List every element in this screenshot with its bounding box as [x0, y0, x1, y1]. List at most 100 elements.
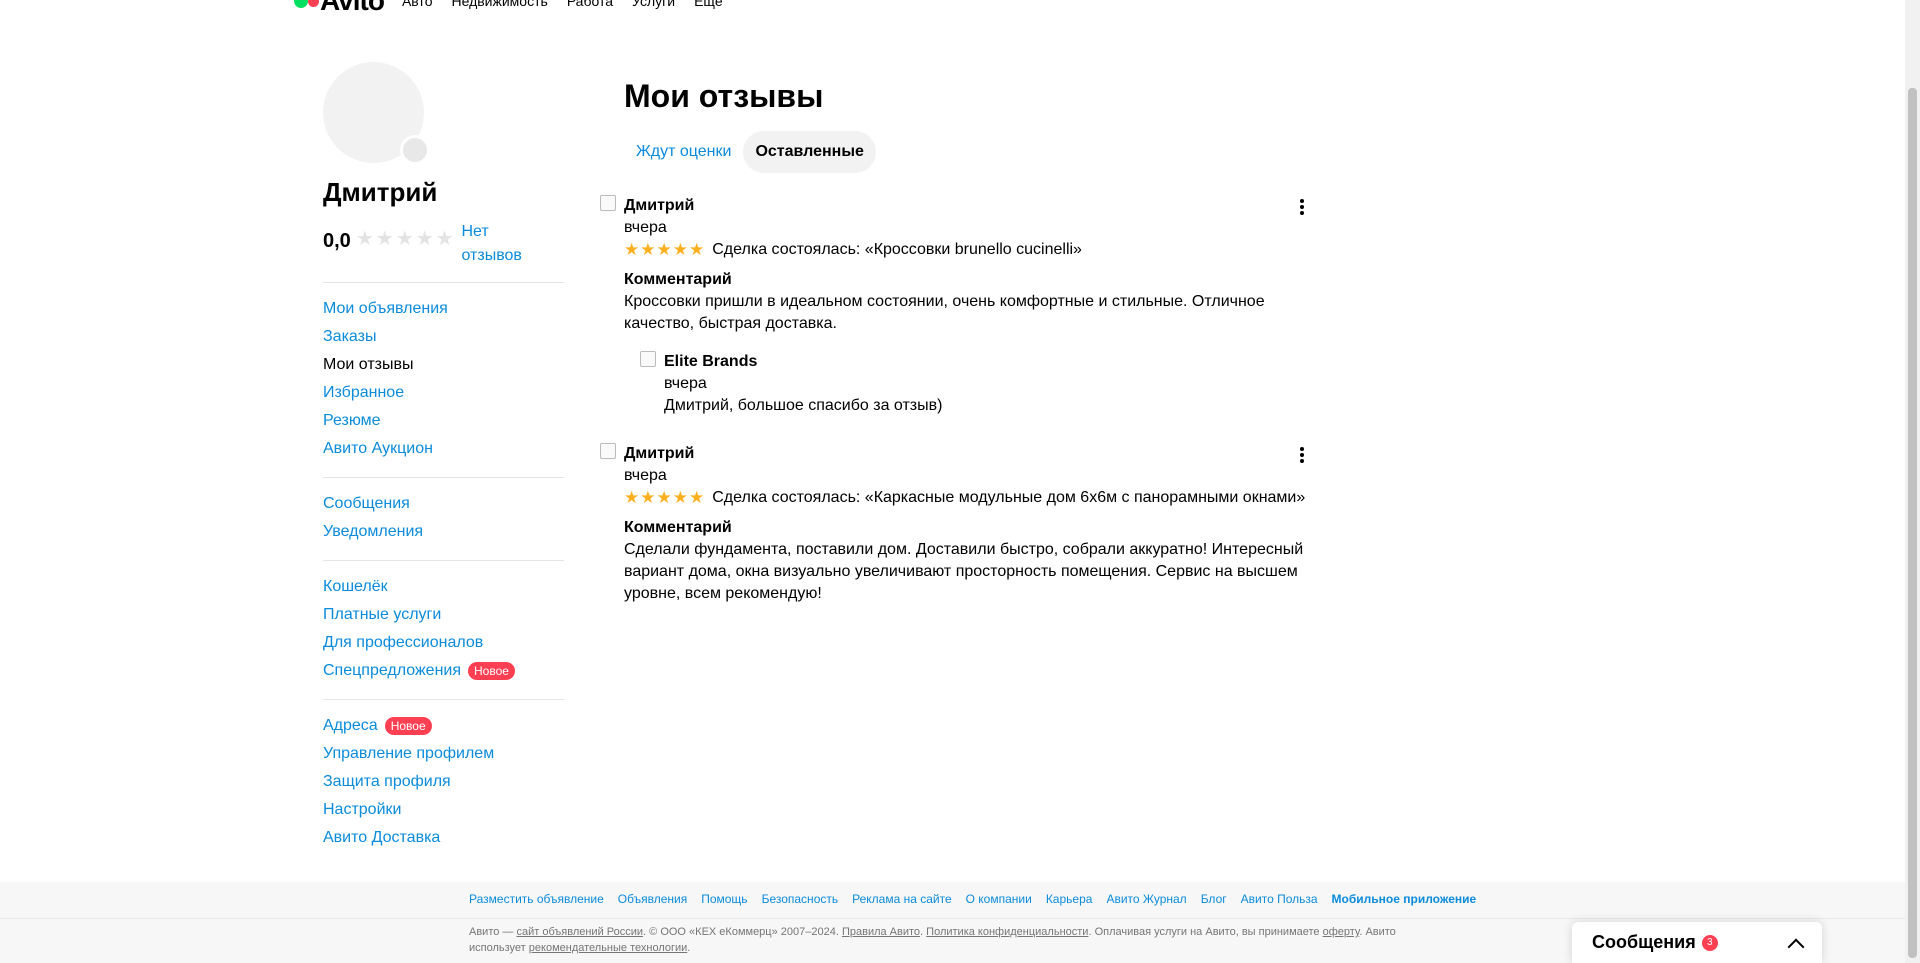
messages-widget[interactable]: Сообщения 3 [1572, 922, 1822, 963]
reviewer-avatar [600, 443, 616, 459]
footer-link[interactable]: Объявления [618, 892, 687, 906]
messages-widget-title: Сообщения [1592, 932, 1696, 952]
menu-item-favorites[interactable]: Избранное [323, 379, 564, 407]
menu-item-orders[interactable]: Заказы [323, 323, 564, 351]
seller-name[interactable]: Elite Brands [664, 351, 1320, 373]
more-options-icon[interactable] [1292, 445, 1312, 465]
menu-group-finance: Кошелёк Платные услуги Для профессионало… [323, 573, 564, 685]
new-badge: Новое [468, 662, 515, 680]
menu-item-for-pros[interactable]: Для профессионалов [323, 629, 564, 657]
legal-text: . Оплачивая услуги на Авито, вы принимае… [1088, 926, 1323, 938]
menu-item-profile-protection[interactable]: Защита профиля [323, 768, 564, 796]
menu-group-communication: Сообщения Уведомления [323, 490, 564, 546]
seller-reply: Elite Brands вчера Дмитрий, большое спас… [640, 351, 1320, 417]
page-scrollbar[interactable] [1905, 0, 1920, 963]
review-deal[interactable]: Сделка состоялась: «Кроссовки brunello c… [712, 239, 1082, 261]
menu-item-delivery[interactable]: Авито Доставка [323, 824, 564, 852]
menu-item-label: Спецпредложения [323, 662, 461, 679]
menu-item-messages[interactable]: Сообщения [323, 490, 564, 518]
footer-link[interactable]: Авито Журнал [1106, 892, 1186, 906]
menu-item-auction[interactable]: Авито Аукцион [323, 435, 564, 463]
footer-link[interactable]: Безопасность [762, 892, 839, 906]
star-icon: ★ [656, 488, 672, 507]
star-icon: ★ [395, 228, 414, 250]
nav-item-services[interactable]: Услуги [632, 0, 675, 9]
menu-item-profile-management[interactable]: Управление профилем [323, 740, 564, 768]
main-content: Мои отзывы Ждут оценки Оставленные Дмитр… [600, 78, 1320, 605]
footer-link[interactable]: Блог [1201, 892, 1227, 906]
review-item: Дмитрий вчера ★ ★ ★ ★ ★ Сделка состоялас… [600, 195, 1320, 417]
footer-link[interactable]: Разместить объявление [469, 892, 604, 906]
star-icon: ★ [624, 488, 640, 507]
review-deal-row: ★ ★ ★ ★ ★ Сделка состоялась: «Каркасные … [624, 487, 1312, 509]
menu-item-wallet[interactable]: Кошелёк [323, 573, 564, 601]
menu-item-my-ads[interactable]: Мои объявления [323, 295, 564, 323]
review-deal[interactable]: Сделка состоялась: «Каркасные модульные … [712, 487, 1305, 509]
star-icon: ★ [689, 488, 705, 507]
review-date: вчера [624, 467, 667, 484]
legal-link[interactable]: Политика конфиденциальности [926, 926, 1088, 938]
review-date: вчера [624, 219, 667, 236]
review-tabs: Ждут оценки Оставленные [624, 131, 1320, 173]
tab-awaiting[interactable]: Ждут оценки [624, 131, 743, 173]
star-icon: ★ [415, 228, 434, 250]
review-stars: ★ ★ ★ ★ ★ [624, 487, 704, 509]
footer-legal: Авито — сайт объявлений России. © ООО «К… [469, 924, 1429, 956]
rating-stars: ★ ★ ★ ★ ★ [356, 229, 454, 249]
menu-item-special-offers[interactable]: Спецпредложения Новое [323, 657, 564, 685]
chevron-up-icon[interactable] [1787, 938, 1805, 955]
page-title: Мои отзывы [624, 78, 824, 114]
legal-link[interactable]: сайт объявлений России [516, 926, 643, 938]
divider [323, 282, 564, 283]
star-icon: ★ [689, 240, 705, 259]
messages-count-badge: 3 [1701, 934, 1718, 951]
star-icon: ★ [640, 240, 656, 259]
divider [0, 918, 1905, 919]
comment-text: Кроссовки пришли в идеальном состоянии, … [624, 293, 1265, 332]
rating-value: 0,0 [323, 230, 351, 252]
star-icon: ★ [355, 228, 374, 250]
menu-item-notifications[interactable]: Уведомления [323, 518, 564, 546]
avito-logo[interactable]: Avito [292, 0, 385, 16]
review-stars: ★ ★ ★ ★ ★ [624, 239, 704, 261]
menu-item-paid-services[interactable]: Платные услуги [323, 601, 564, 629]
menu-item-addresses[interactable]: Адреса Новое [323, 712, 564, 740]
legal-text: . [687, 942, 691, 954]
star-icon: ★ [672, 488, 688, 507]
more-options-icon[interactable] [1292, 197, 1312, 217]
menu-item-my-reviews[interactable]: Мои отзывы [323, 351, 564, 379]
star-icon: ★ [375, 228, 394, 250]
scrollbar-thumb[interactable] [1908, 88, 1917, 958]
menu-item-settings[interactable]: Настройки [323, 796, 564, 824]
nav-item-more[interactable]: Ещё [694, 0, 723, 9]
star-icon: ★ [640, 488, 656, 507]
nav-item-jobs[interactable]: Работа [567, 0, 613, 9]
menu-item-label: Адреса [323, 717, 378, 734]
tab-left[interactable]: Оставленные [743, 131, 876, 173]
nav-item-auto[interactable]: Авто [402, 0, 433, 9]
footer-link[interactable]: Карьера [1046, 892, 1093, 906]
no-reviews-link[interactable]: Нет отзывов [462, 220, 532, 268]
star-icon: ★ [624, 240, 640, 259]
footer-link[interactable]: Авито Польза [1241, 892, 1318, 906]
reviewer-avatar [600, 195, 616, 211]
profile-sidebar: Дмитрий 0,0 ★ ★ ★ ★ ★ Нет отзывов Мои об… [323, 62, 564, 852]
footer-link[interactable]: О компании [966, 892, 1032, 906]
footer-link-mobile-app[interactable]: Мобильное приложение [1332, 892, 1477, 906]
avatar-edit-badge[interactable] [400, 135, 430, 165]
legal-link[interactable]: оферту [1323, 926, 1360, 938]
footer-link[interactable]: Помощь [701, 892, 747, 906]
star-icon: ★ [435, 228, 454, 250]
footer-links: Разместить объявление Объявления Помощь … [469, 892, 1476, 906]
legal-link[interactable]: рекомендательные технологии [529, 942, 688, 954]
menu-group-settings: Адреса Новое Управление профилем Защита … [323, 712, 564, 852]
reply-text: Дмитрий, большое спасибо за отзыв) [664, 397, 943, 414]
logo-dots-icon [292, 0, 320, 8]
logo-text: Avito [320, 0, 385, 16]
nav-item-realty[interactable]: Недвижимость [451, 0, 547, 9]
footer-link[interactable]: Реклама на сайте [852, 892, 952, 906]
menu-item-resume[interactable]: Резюме [323, 407, 564, 435]
reviewer-name: Дмитрий [624, 445, 695, 462]
legal-link[interactable]: Правила Авито [842, 926, 920, 938]
avatar[interactable] [323, 62, 430, 165]
